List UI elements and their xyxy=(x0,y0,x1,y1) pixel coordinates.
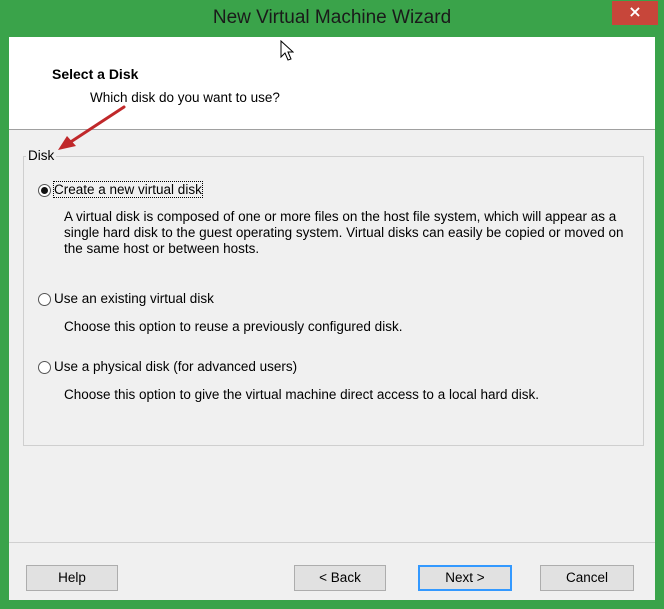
create-new-disk-radio[interactable] xyxy=(38,184,51,197)
help-button[interactable]: Help xyxy=(26,565,118,591)
close-button[interactable]: × xyxy=(612,1,658,25)
page-title: Select a Disk xyxy=(52,66,139,82)
existing-disk-description: Choose this option to reuse a previously… xyxy=(64,319,403,334)
create-new-disk-description: A virtual disk is composed of one or mor… xyxy=(64,209,624,256)
title-bar[interactable]: New Virtual Machine Wizard × xyxy=(0,0,664,36)
mouse-cursor-icon xyxy=(280,40,294,61)
physical-disk-radio[interactable] xyxy=(38,361,51,374)
close-icon: × xyxy=(628,2,642,21)
create-new-disk-label[interactable]: Create a new virtual disk xyxy=(53,181,203,198)
wizard-window: New Virtual Machine Wizard × Select a Di… xyxy=(0,0,664,609)
physical-disk-description: Choose this option to give the virtual m… xyxy=(64,387,539,402)
existing-disk-label[interactable]: Use an existing virtual disk xyxy=(54,291,214,306)
footer-divider xyxy=(9,542,655,543)
next-button[interactable]: Next > xyxy=(418,565,512,591)
window-title: New Virtual Machine Wizard xyxy=(212,7,452,28)
physical-disk-label[interactable]: Use a physical disk (for advanced users) xyxy=(54,359,297,374)
annotation-arrow-icon xyxy=(58,105,126,150)
cancel-button[interactable]: Cancel xyxy=(540,565,634,591)
existing-disk-radio[interactable] xyxy=(38,293,51,306)
back-button[interactable]: < Back xyxy=(294,565,386,591)
